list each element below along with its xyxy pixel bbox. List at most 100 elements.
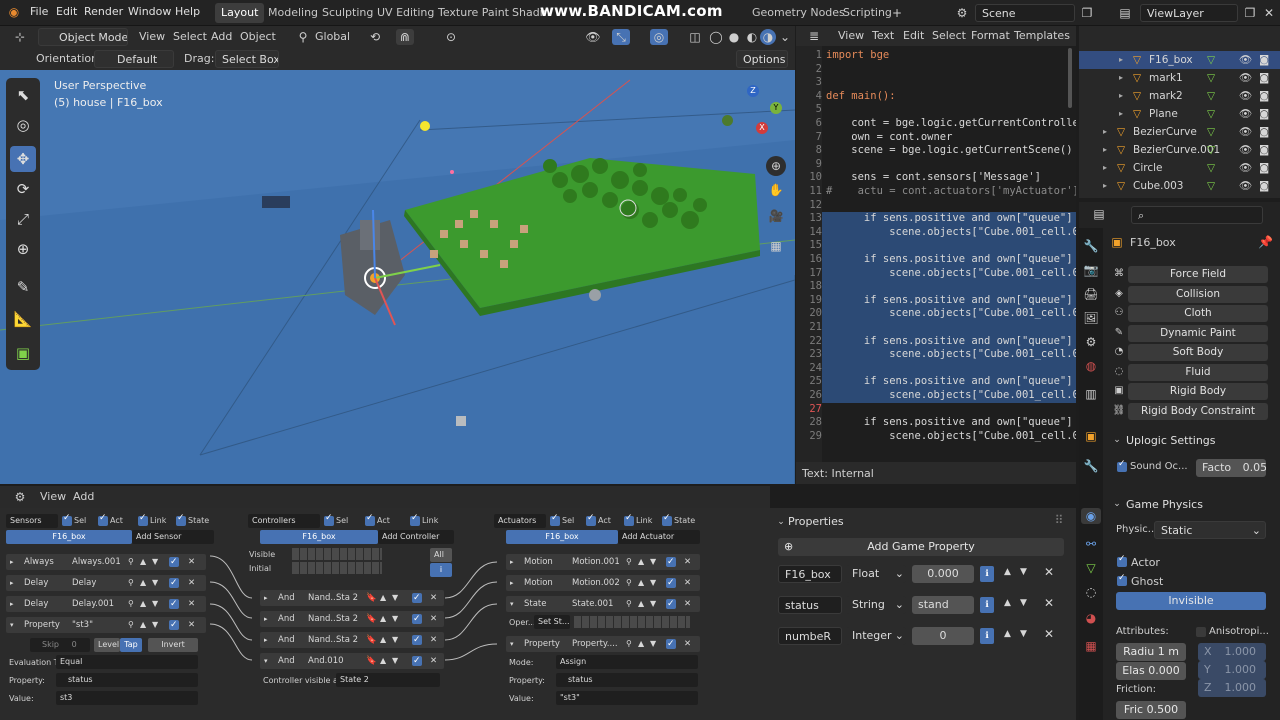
logic-brick-row[interactable]: ▸ Motion Motion.001 ⚲ ▲ ▼ ✕ xyxy=(506,554,700,570)
te-menu-edit[interactable]: Edit xyxy=(903,29,924,42)
initial-state-grid[interactable] xyxy=(292,562,382,574)
transform-orientation[interactable]: Global xyxy=(315,30,350,43)
brick-expand-icon[interactable]: ▸ xyxy=(264,611,268,627)
down-icon[interactable]: ▼ xyxy=(392,653,398,669)
shading-options-icon[interactable]: ⌄ xyxy=(778,29,792,45)
add-cube-tool-icon[interactable]: ▣ xyxy=(10,340,36,366)
remove-icon[interactable]: ✕ xyxy=(188,596,195,612)
brick-name[interactable]: And.010 xyxy=(308,653,344,669)
pin-icon[interactable]: ⚲ xyxy=(128,617,134,633)
editor-type-icon[interactable]: ⊹ xyxy=(8,29,32,45)
down-icon[interactable]: ▼ xyxy=(650,554,656,570)
outliner-row[interactable]: ▸ ▽ Circle ▽ 👁 ◙ xyxy=(1079,159,1280,177)
actuator-active-checkbox[interactable] xyxy=(666,636,676,652)
actuator-active-checkbox[interactable] xyxy=(666,554,676,570)
up-icon[interactable]: ▲ xyxy=(380,590,386,606)
physics-button[interactable]: Collision xyxy=(1128,285,1268,303)
brick-name[interactable]: Motion.001 xyxy=(572,554,620,570)
brick-type[interactable]: Motion xyxy=(524,575,553,591)
controllers-sel-checkbox[interactable] xyxy=(324,513,334,526)
debug-info-icon[interactable]: ℹ xyxy=(980,597,994,613)
pin-icon[interactable]: ⚲ xyxy=(128,554,134,570)
gizmo-toggle-icon[interactable]: ⤡ xyxy=(612,29,630,45)
controller-active-checkbox[interactable] xyxy=(412,611,422,627)
remove-property-icon[interactable]: ✕ xyxy=(1044,627,1054,641)
physics-button[interactable]: Cloth xyxy=(1128,305,1268,322)
logic-brick-row[interactable]: ▸ Always Always.001 ⚲ ▲ ▼ ✕ xyxy=(6,554,206,570)
down-icon[interactable]: ▼ xyxy=(392,590,398,606)
props-editor-type-icon[interactable]: ▤ xyxy=(1087,206,1111,222)
camera-visibility-icon[interactable]: ◙ xyxy=(1259,141,1269,159)
down-icon[interactable]: ▼ xyxy=(650,596,656,612)
viewport-menu-object[interactable]: Object xyxy=(240,30,276,43)
logic-brick-row[interactable]: ▸ And Nand...Sta 2 🔖▲ ▼ ✕ xyxy=(260,632,444,648)
game-property-name-field[interactable]: status xyxy=(778,596,842,614)
data-tab-icon[interactable]: ▽ xyxy=(1083,560,1099,576)
invert-toggle[interactable]: Invert xyxy=(148,638,198,652)
transform-tool-icon[interactable]: ⊕ xyxy=(10,236,36,262)
down-icon[interactable]: ▼ xyxy=(152,596,158,612)
up-icon[interactable]: ▲ xyxy=(380,653,386,669)
game-property-type-selector[interactable]: String ⌄ xyxy=(846,596,906,614)
code-line[interactable]: scene.objects["Cube.001_cell.006 xyxy=(826,430,1076,442)
brick-name[interactable]: Always.001 xyxy=(72,554,121,570)
camera-visibility-icon[interactable]: ◙ xyxy=(1259,159,1269,177)
text-editor[interactable]: 1 import bge 2 3 4 def main(): 5 6 cont = bge.l… xyxy=(796,46,1076,462)
logic-menu-view[interactable]: View xyxy=(40,490,66,503)
sensors-link-checkbox[interactable] xyxy=(138,513,148,526)
brick-expand-icon[interactable]: ▾ xyxy=(510,596,514,612)
code-line[interactable]: if sens.positive and own["queue"] == xyxy=(826,212,1076,224)
remove-icon[interactable]: ✕ xyxy=(684,636,691,652)
code-line[interactable]: if sens.positive and own["queue"] == xyxy=(826,335,1076,347)
brick-name[interactable]: Motion.002 xyxy=(572,575,620,591)
proportional-edit-icon[interactable]: ⊙ xyxy=(442,29,460,45)
physics-tab-icon[interactable]: ◉ xyxy=(1081,508,1101,524)
remove-icon[interactable]: ✕ xyxy=(684,575,691,591)
code-line[interactable]: scene.objects["Cube.001_cell.006 xyxy=(826,267,1076,279)
drag-selector[interactable]: Select Box xyxy=(215,50,279,68)
down-icon[interactable]: ▼ xyxy=(650,636,656,652)
brick-expand-icon[interactable]: ▾ xyxy=(264,653,268,669)
scene-selector[interactable]: Scene xyxy=(975,4,1075,22)
actuator-mode-selector[interactable]: Assign xyxy=(556,655,698,669)
constraint-tab-icon[interactable]: ⚯ xyxy=(1083,536,1099,552)
game-property-value-field[interactable]: stand xyxy=(912,596,974,614)
brick-type[interactable]: And xyxy=(278,590,295,606)
camera-icon[interactable]: 🎥 xyxy=(766,206,786,226)
move-down-icon[interactable]: ▼ xyxy=(1020,629,1027,639)
brick-expand-icon[interactable]: ▾ xyxy=(510,636,514,652)
sensors-object-button[interactable]: F16_box xyxy=(6,530,132,544)
te-menu-format[interactable]: Format xyxy=(971,29,1010,42)
controller-visible-at-selector[interactable]: State 2 xyxy=(336,673,440,687)
collection-tab-icon[interactable]: ▥ xyxy=(1083,386,1099,402)
sensor-active-checkbox[interactable] xyxy=(169,554,179,570)
remove-property-icon[interactable]: ✕ xyxy=(1044,596,1054,610)
overlay-toggle-icon[interactable]: ◎ xyxy=(650,29,668,45)
remove-icon[interactable]: ✕ xyxy=(684,554,691,570)
controllers-object-button[interactable]: F16_box xyxy=(260,530,378,544)
add-sensor-dropdown[interactable]: Add Sensor xyxy=(132,530,214,544)
up-icon[interactable]: ▲ xyxy=(140,617,146,633)
camera-visibility-icon[interactable]: ◙ xyxy=(1259,51,1269,69)
code-line[interactable]: if sens.positive and own["queue"] == xyxy=(826,294,1076,306)
brick-expand-icon[interactable]: ▸ xyxy=(10,596,14,612)
cursor-tool-icon[interactable]: ◎ xyxy=(10,112,36,138)
sensors-dropdown[interactable]: Sensors xyxy=(6,514,58,528)
down-icon[interactable]: ▼ xyxy=(392,632,398,648)
te-menu-view[interactable]: View xyxy=(838,29,864,42)
down-icon[interactable]: ▼ xyxy=(152,575,158,591)
uplogic-collapse-icon[interactable]: ⌄ xyxy=(1112,432,1122,448)
brick-type[interactable]: Property xyxy=(24,617,60,633)
physics-button[interactable]: Fluid xyxy=(1128,363,1268,381)
debug-info-icon[interactable]: ℹ xyxy=(980,628,994,644)
viewport-menu-view[interactable]: View xyxy=(139,30,165,43)
eye-icon[interactable]: 👁 xyxy=(1239,87,1252,105)
snap-icon[interactable]: ⋒ xyxy=(396,29,414,45)
actuator-active-checkbox[interactable] xyxy=(666,596,676,612)
physics-button[interactable]: Rigid Body xyxy=(1128,383,1268,400)
pan-icon[interactable]: ✋ xyxy=(766,180,786,200)
aniso-x-field[interactable]: X 1.000 xyxy=(1198,643,1266,661)
orientation-selector[interactable]: Default xyxy=(94,50,174,68)
remove-icon[interactable]: ✕ xyxy=(188,575,195,591)
sensors-state-checkbox[interactable] xyxy=(176,513,186,526)
